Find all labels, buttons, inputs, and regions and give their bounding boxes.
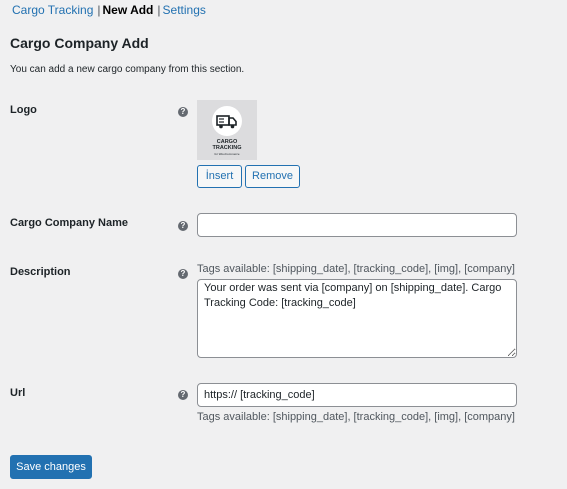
subnav: Cargo Tracking | New Add | Settings [12,3,206,17]
description-textarea[interactable]: Your order was sent via [company] on [sh… [197,279,517,358]
page-title: Cargo Company Add [10,35,149,51]
url-label: Url [10,387,26,399]
logo-text-tracking: TRACKING [212,145,242,151]
help-icon[interactable]: ? [178,390,188,400]
save-changes-button[interactable]: Save changes [10,455,92,479]
logo-badge [212,106,242,136]
help-icon[interactable]: ? [178,221,188,231]
logo-text-subtitle: for WooCommerce [214,152,240,156]
url-tags-hint: Tags available: [shipping_date], [tracki… [197,411,515,423]
company-name-label: Cargo Company Name [10,217,128,229]
subnav-separator: | [97,3,101,17]
insert-logo-button[interactable]: İnsert [197,165,242,188]
help-icon[interactable]: ? [178,269,188,279]
logo-preview: CARGO TRACKING for WooCommerce [197,100,257,160]
remove-logo-button[interactable]: Remove [245,165,300,188]
subnav-current-new-add[interactable]: New Add [103,3,154,17]
help-icon[interactable]: ? [178,107,188,117]
description-label: Description [10,266,71,278]
logo-label: Logo [10,104,37,116]
page-intro: You can add a new cargo company from thi… [10,64,245,75]
subnav-link-cargo-tracking[interactable]: Cargo Tracking [12,3,93,17]
company-name-input[interactable] [197,213,517,237]
url-input[interactable] [197,383,517,407]
subnav-separator: | [157,3,161,17]
subnav-link-settings[interactable]: Settings [163,3,206,17]
truck-icon [216,115,237,129]
description-tags-hint: Tags available: [shipping_date], [tracki… [197,263,515,275]
